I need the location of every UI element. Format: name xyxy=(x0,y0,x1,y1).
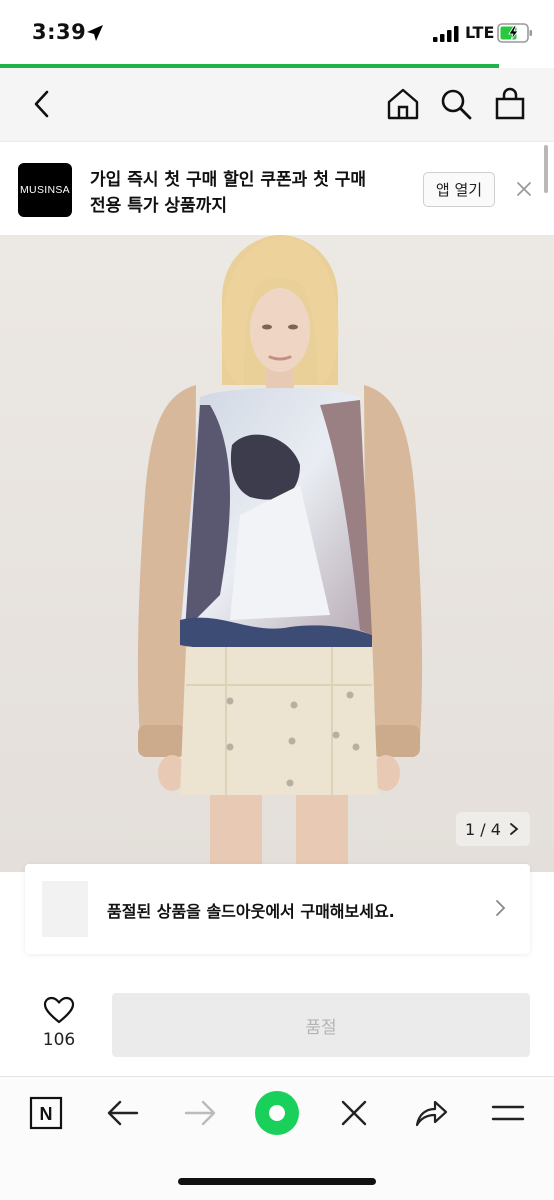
naver-home-icon[interactable]: N xyxy=(26,1093,66,1133)
scrollbar-thumb[interactable] xyxy=(544,145,548,193)
back-chevron-icon[interactable] xyxy=(24,86,60,122)
shopping-bag-icon[interactable] xyxy=(492,86,528,122)
image-page-indicator[interactable]: 1 / 4 xyxy=(456,812,530,846)
like-count: 106 xyxy=(42,1030,76,1050)
open-app-button[interactable]: 앱 열기 xyxy=(423,172,495,207)
chevron-right-icon xyxy=(496,900,506,916)
soldout-link-card[interactable]: 품절된 상품을 솔드아웃에서 구매해보세요. xyxy=(25,864,530,954)
status-time: 3:39 xyxy=(32,20,87,44)
menu-icon[interactable] xyxy=(488,1093,528,1133)
banner-text-line1: 가입 즉시 첫 구매 할인 쿠폰과 첫 구매 xyxy=(90,170,367,190)
heart-icon[interactable] xyxy=(43,996,75,1024)
nav-bar xyxy=(0,68,554,142)
product-image[interactable]: 1 / 4 xyxy=(0,235,554,872)
share-icon[interactable] xyxy=(411,1093,451,1133)
app-install-banner: MUSINSA 가입 즉시 첫 구매 할인 쿠폰과 첫 구매 전용 특가 상품까… xyxy=(0,143,554,235)
search-icon[interactable] xyxy=(438,86,474,122)
back-arrow-icon[interactable] xyxy=(103,1093,143,1133)
carrier-label: LTE xyxy=(465,23,495,42)
close-icon[interactable] xyxy=(334,1093,374,1133)
page-indicator-text: 1 / 4 xyxy=(465,819,501,839)
battery-charging-icon xyxy=(497,23,532,43)
soldout-notice-text: 품절된 상품을 솔드아웃에서 구매해보세요. xyxy=(107,902,395,921)
cell-signal-icon xyxy=(433,26,459,42)
musinsa-logo: MUSINSA xyxy=(18,163,72,217)
next-chevron-icon xyxy=(510,823,519,835)
banner-text-line2: 전용 특가 상품까지 xyxy=(90,196,227,216)
status-bar: 3:39 LTE xyxy=(0,0,554,64)
soldout-buy-button[interactable]: 품절 xyxy=(112,993,530,1057)
soldout-thumbnail xyxy=(42,881,88,937)
green-dot-icon[interactable] xyxy=(253,1089,301,1137)
home-icon[interactable] xyxy=(385,86,421,122)
location-arrow-icon xyxy=(87,25,103,41)
close-banner-icon[interactable] xyxy=(513,178,535,200)
home-indicator[interactable] xyxy=(178,1178,376,1185)
naver-logo-text: N xyxy=(40,1104,53,1124)
forward-arrow-icon[interactable] xyxy=(180,1093,220,1133)
logo-text: MUSINSA xyxy=(20,184,70,196)
product-photo-illustration xyxy=(0,235,554,872)
